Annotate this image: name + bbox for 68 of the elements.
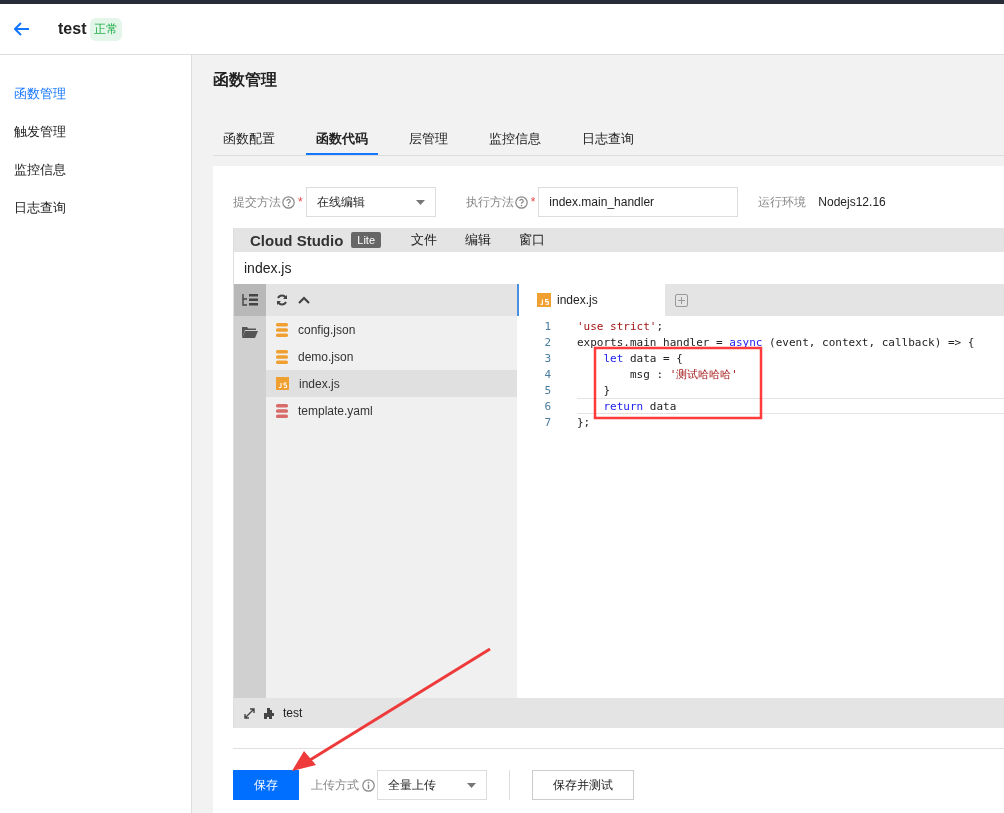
database-icon bbox=[276, 403, 288, 418]
help-icon[interactable] bbox=[282, 195, 295, 209]
tree-view-button[interactable] bbox=[234, 284, 266, 316]
upload-method-select[interactable]: 全量上传 bbox=[377, 770, 487, 800]
line-number: 1 bbox=[543, 318, 552, 334]
code-line: 'use strict'; bbox=[577, 318, 665, 334]
field-label: 运行环境 bbox=[758, 193, 807, 211]
dropdown-caret-icon bbox=[467, 782, 476, 788]
field-label: 提交方法 bbox=[233, 193, 281, 211]
sidebar-item[interactable]: 触发管理 bbox=[0, 113, 191, 151]
expand-icon[interactable] bbox=[244, 707, 255, 719]
database-icon bbox=[276, 349, 288, 364]
back-arrow-icon[interactable] bbox=[14, 22, 30, 36]
code-line: let data = { bbox=[602, 350, 684, 366]
required-mark: * bbox=[298, 195, 303, 209]
editor-menu-item[interactable]: 编辑 bbox=[465, 231, 492, 249]
tab[interactable]: 日志查询 bbox=[572, 125, 644, 155]
info-icon[interactable] bbox=[362, 778, 375, 792]
code-line: }; bbox=[577, 414, 592, 430]
required-mark: * bbox=[530, 195, 536, 209]
field-label: 执行方法 bbox=[465, 193, 514, 211]
tab[interactable]: 监控信息 bbox=[479, 125, 551, 155]
tab[interactable]: 函数代码 bbox=[306, 125, 378, 155]
code-line: return data bbox=[577, 398, 1004, 414]
file-tree-item[interactable]: template.yaml bbox=[266, 397, 517, 424]
save-button[interactable]: 保存 bbox=[233, 770, 299, 800]
editor-menu-item[interactable]: 文件 bbox=[411, 231, 438, 249]
help-icon[interactable] bbox=[514, 195, 528, 209]
refresh-icon[interactable] bbox=[276, 294, 288, 306]
editor-brand: Cloud Studio bbox=[250, 231, 344, 249]
line-number: 3 bbox=[543, 350, 552, 366]
puzzle-icon bbox=[263, 707, 275, 719]
line-number: 2 bbox=[543, 334, 552, 350]
sidebar-item[interactable]: 函数管理 bbox=[0, 75, 191, 113]
line-number: 4 bbox=[543, 366, 552, 382]
tree-list-icon bbox=[242, 293, 258, 307]
js-file-icon bbox=[276, 377, 289, 390]
submit-method-select[interactable]: 在线编辑 bbox=[305, 187, 436, 217]
runtime-value: Nodejs12.16 bbox=[818, 195, 886, 209]
page-title: 函数管理 bbox=[213, 70, 278, 90]
code-line: msg : '测试哈哈哈' bbox=[628, 366, 739, 382]
dropdown-caret-icon bbox=[415, 199, 425, 205]
sidebar-item[interactable]: 监控信息 bbox=[0, 151, 191, 189]
tab[interactable]: 函数配置 bbox=[213, 125, 285, 155]
collapse-chevron-icon[interactable] bbox=[298, 296, 310, 304]
editor-menu-item[interactable]: 窗口 bbox=[519, 231, 546, 249]
folder-icon[interactable] bbox=[242, 326, 258, 338]
file-tree-item[interactable]: index.js bbox=[266, 370, 517, 397]
tab[interactable]: 层管理 bbox=[399, 125, 458, 155]
line-number: 6 bbox=[543, 398, 552, 414]
js-file-icon bbox=[537, 293, 551, 307]
status-badge: 正常 bbox=[90, 17, 123, 41]
brand-badge: Lite bbox=[351, 232, 382, 248]
sidebar-item[interactable]: 日志查询 bbox=[0, 189, 191, 227]
handler-input-field[interactable]: index.main_handler bbox=[538, 187, 739, 217]
file-path: index.js bbox=[244, 260, 292, 276]
code-line: exports.main_handler = async (event, context, callback) => { bbox=[577, 334, 976, 350]
editor-tab[interactable]: index.js bbox=[517, 284, 665, 316]
database-icon bbox=[276, 322, 288, 337]
function-title: test bbox=[58, 20, 87, 38]
line-number: 5 bbox=[543, 382, 552, 398]
save-and-test-button[interactable]: 保存并测试 bbox=[532, 770, 634, 800]
code-line: } bbox=[602, 382, 612, 398]
file-tree-item[interactable]: demo.json bbox=[266, 343, 517, 370]
line-number: 7 bbox=[543, 414, 552, 430]
file-tree-item[interactable]: config.json bbox=[266, 316, 517, 343]
upload-method-label: 上传方式 bbox=[311, 776, 359, 794]
project-name: test bbox=[283, 706, 303, 720]
